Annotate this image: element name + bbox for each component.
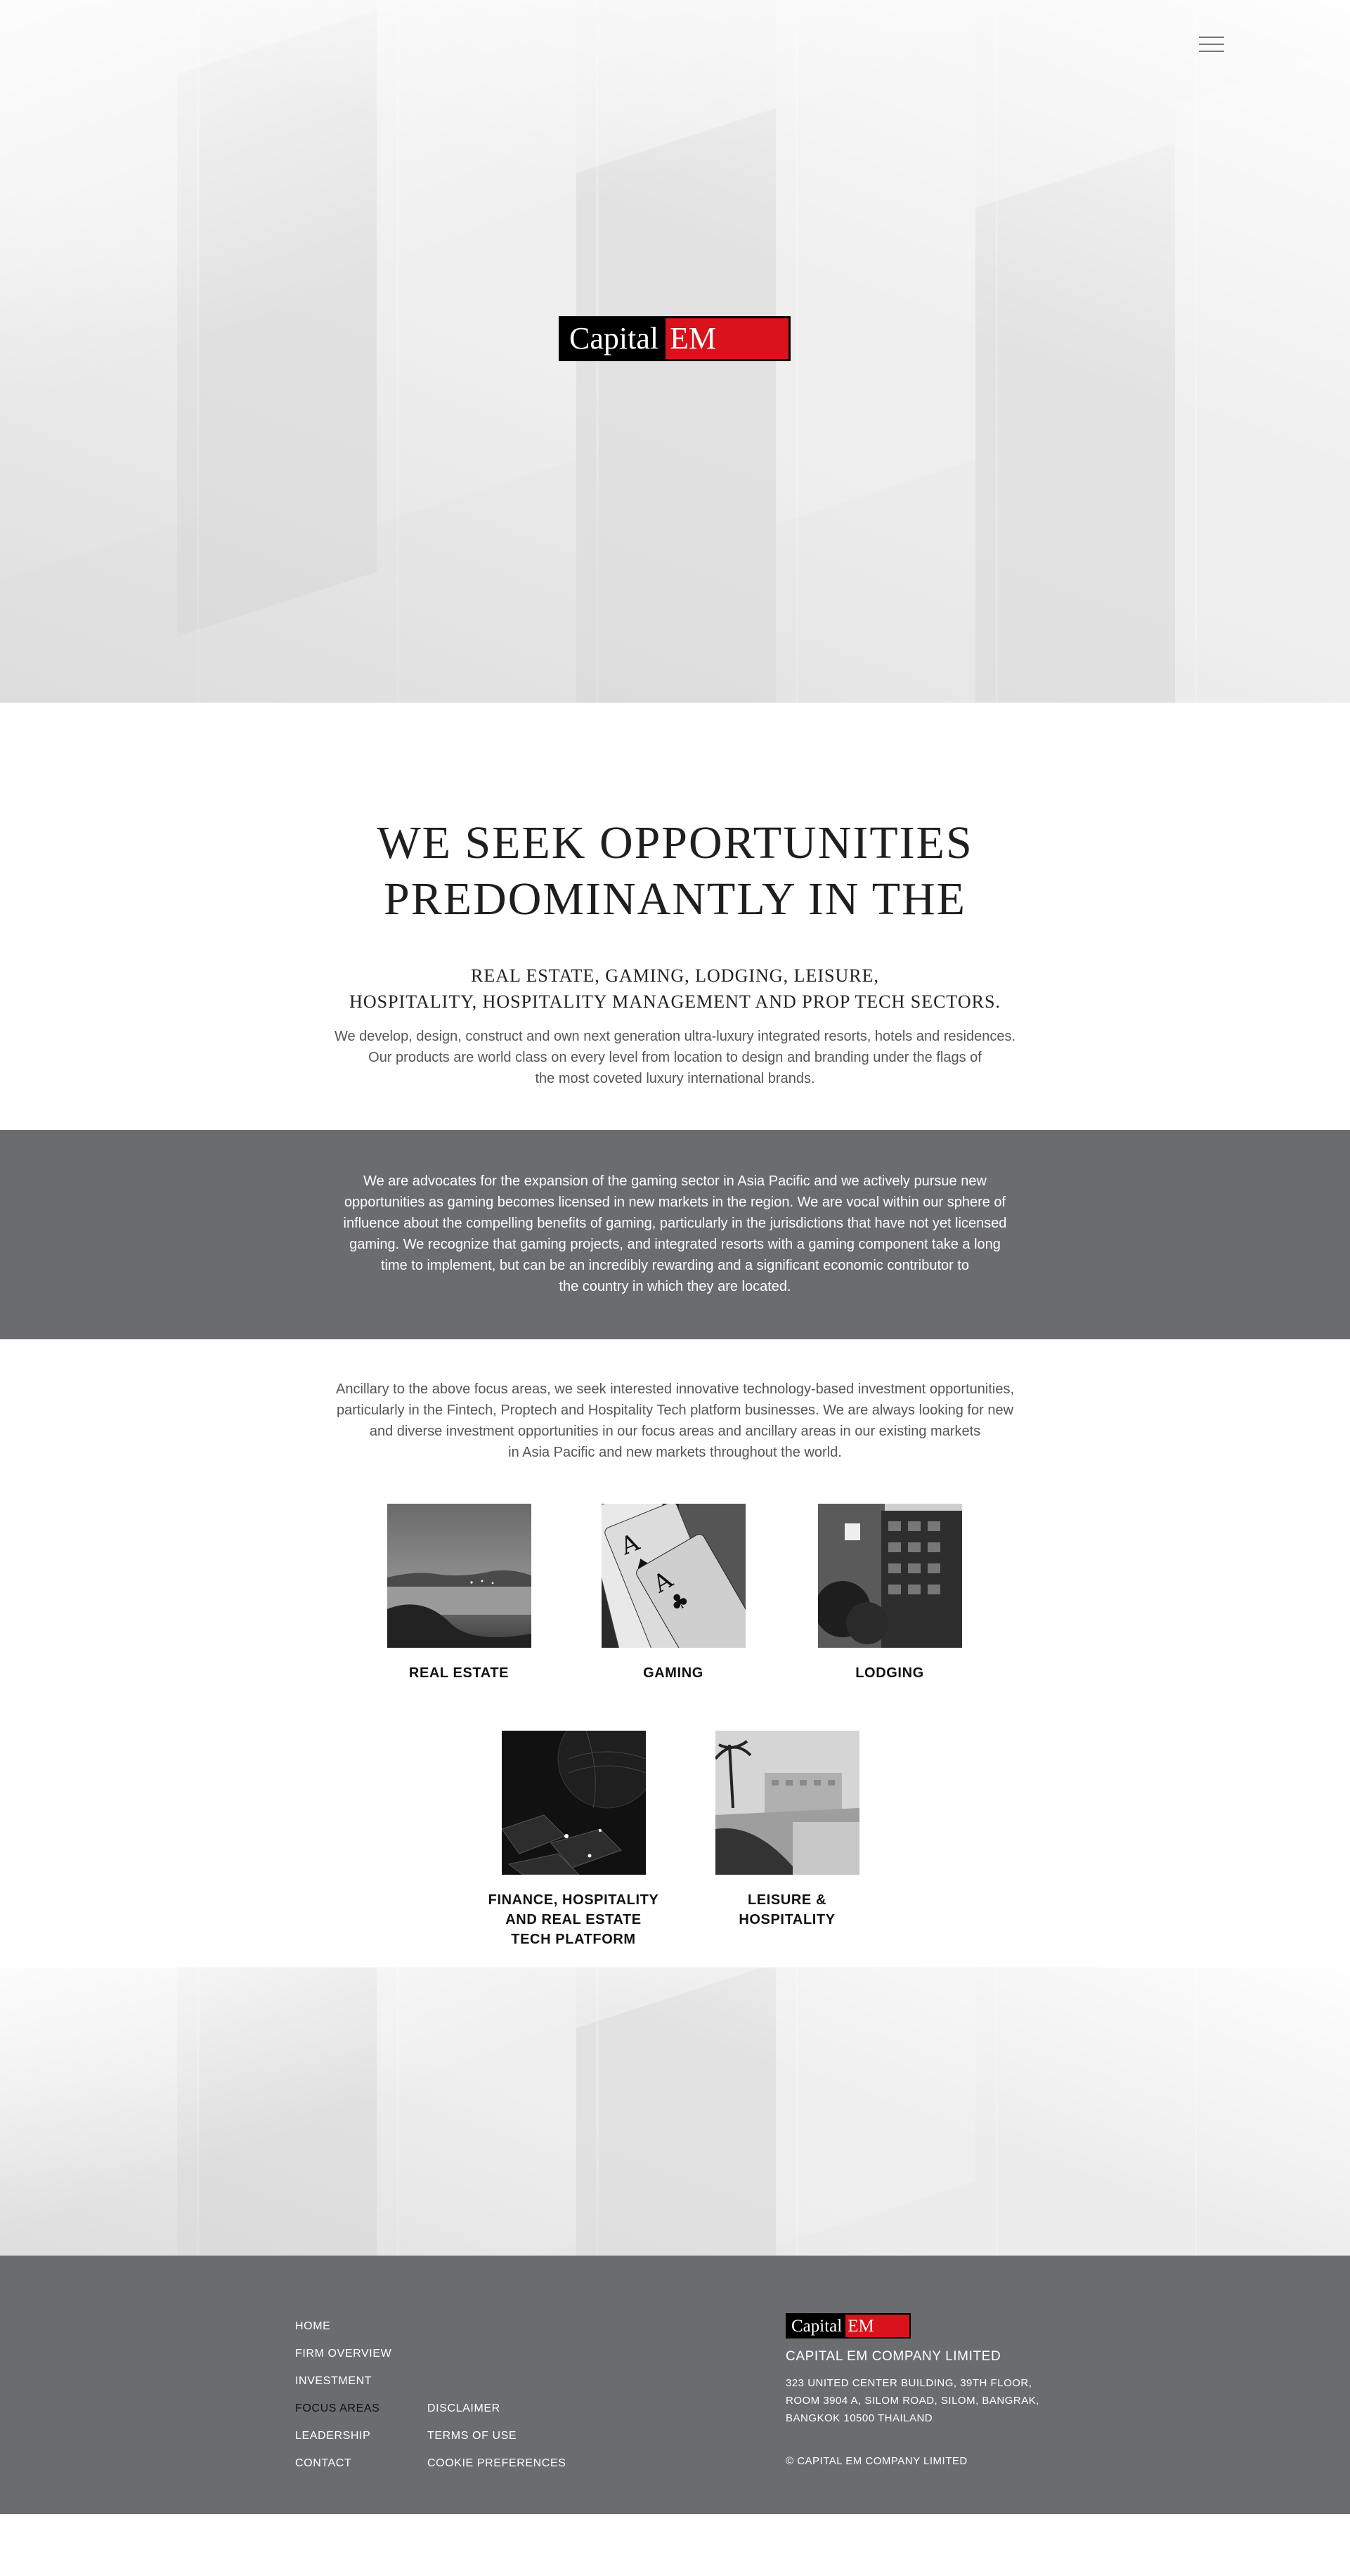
sectors-line: HOSPITALITY, HOSPITALITY MANAGEMENT AND … [349,991,1001,1012]
advocacy-paragraph: We are advocates for the expansion of th… [296,1171,1055,1297]
headline-line: WE SEEK OPPORTUNITIES [377,817,973,869]
lodging-image [817,1504,962,1648]
footer-nav: HOME FIRM OVERVIEW INVESTMENT FOCUS AREA… [295,2320,391,2484]
leisure-hospitality-image [715,1731,859,1875]
ancillary-line: particularly in the Fintech, Proptech an… [336,1403,1014,1418]
real-estate-image [387,1504,531,1648]
footer-link-contact[interactable]: CONTACT [295,2457,391,2484]
ancillary-line: Ancillary to the above focus areas, we s… [336,1381,1014,1397]
hero-section: Capital EM [0,0,1350,703]
logo-em-text: EM [666,318,788,359]
focus-area-label: REAL ESTATE [408,1665,510,1681]
intro-section: WE SEEK OPPORTUNITIES PREDOMINANTLY IN T… [0,703,1350,1130]
footer-link-leadership[interactable]: LEADERSHIP [295,2429,391,2457]
sectors-line: REAL ESTATE, GAMING, LODGING, LEISURE, [471,965,879,986]
decorative-band [0,1967,1350,2256]
footer-link-terms-of-use[interactable]: TERMS OF USE [427,2429,566,2457]
footer-link-disclaimer[interactable]: DISCLAIMER [427,2402,566,2429]
footer-link-investment[interactable]: INVESTMENT [295,2374,391,2402]
intro-paragraph: We develop, design, construct and own ne… [0,1026,1350,1089]
advocacy-line: influence about the compelling benefits … [343,1216,1007,1231]
ancillary-line: in Asia Pacific and new markets througho… [508,1445,842,1460]
ancillary-section: Ancillary to the above focus areas, we s… [0,1339,1350,1967]
focus-area-label: FINANCE, HOSPITALITY AND REAL ESTATE TEC… [488,1892,659,1947]
footer-link-focus-areas[interactable]: FOCUS AREAS [295,2402,391,2429]
footer-link-cookie-preferences[interactable]: COOKIE PREFERENCES [427,2457,566,2484]
logo-capital-text: Capital [791,2316,843,2336]
headline-line: PREDOMINANTLY IN THE [383,873,966,925]
logo-em-text: EM [845,2315,909,2337]
footer-logo[interactable]: Capital EM [786,2313,911,2338]
footer-legal-nav: DISCLAIMER TERMS OF USE COOKIE PREFERENC… [427,2402,566,2484]
company-name: CAPITAL EM COMPANY LIMITED [786,2349,1001,2364]
footer-link-home[interactable]: HOME [295,2320,391,2347]
logo-capital-text: Capital [569,321,659,356]
company-address: 323 UNITED CENTER BUILDING, 39TH FLOOR, … [786,2377,1039,2424]
advocacy-line: opportunities as gaming becomes licensed… [344,1195,1006,1210]
focus-area-finance-tech[interactable]: FINANCE, HOSPITALITY AND REAL ESTATE TEC… [475,1731,672,1949]
intro-line: the most coveted luxury international br… [535,1071,815,1086]
gaming-image: A ♠ A ♣ [601,1504,746,1648]
focus-area-label: GAMING [643,1665,703,1681]
bg-shade [0,1967,1350,2256]
focus-area-real-estate[interactable]: REAL ESTATE [361,1504,557,1683]
site-footer: HOME FIRM OVERVIEW INVESTMENT FOCUS AREA… [0,2256,1350,2514]
ancillary-line: and diverse investment opportunities in … [369,1424,981,1439]
focus-area-gaming[interactable]: A ♠ A ♣ GAMING [575,1504,772,1683]
focus-area-leisure-hospitality[interactable]: LEISURE & HOSPITALITY [689,1731,885,1930]
advocacy-line: We are advocates for the expansion of th… [363,1173,987,1189]
ancillary-paragraph: Ancillary to the above focus areas, we s… [289,1379,1062,1463]
copyright-text: © CAPITAL EM COMPANY LIMITED [786,2455,968,2467]
advocacy-line: time to implement, but can be an incredi… [380,1258,970,1273]
page-headline: WE SEEK OPPORTUNITIES PREDOMINANTLY IN T… [359,815,992,928]
focus-area-lodging[interactable]: LODGING [791,1504,988,1683]
intro-line: We develop, design, construct and own ne… [334,1029,1016,1044]
footer-link-firm-overview[interactable]: FIRM OVERVIEW [295,2347,391,2374]
focus-area-label: LODGING [855,1665,924,1681]
hamburger-menu-icon[interactable] [1199,34,1224,55]
sectors-heading: REAL ESTATE, GAMING, LODGING, LEISURE, H… [0,963,1350,1015]
hero-logo[interactable]: Capital EM [559,316,791,361]
finance-tech-image [501,1731,646,1875]
focus-area-label: LEISURE & HOSPITALITY [739,1892,836,1927]
advocacy-band: We are advocates for the expansion of th… [0,1130,1350,1339]
advocacy-line: the country in which they are located. [559,1279,791,1294]
intro-line: Our products are world class on every le… [368,1050,982,1065]
footer-company-info: Capital EM CAPITAL EM COMPANY LIMITED 32… [786,2313,1081,2467]
advocacy-line: gaming. We recognize that gaming project… [349,1237,1001,1252]
focus-areas-grid: REAL ESTATE A ♠ A ♣ GAMING [0,1504,1350,1967]
